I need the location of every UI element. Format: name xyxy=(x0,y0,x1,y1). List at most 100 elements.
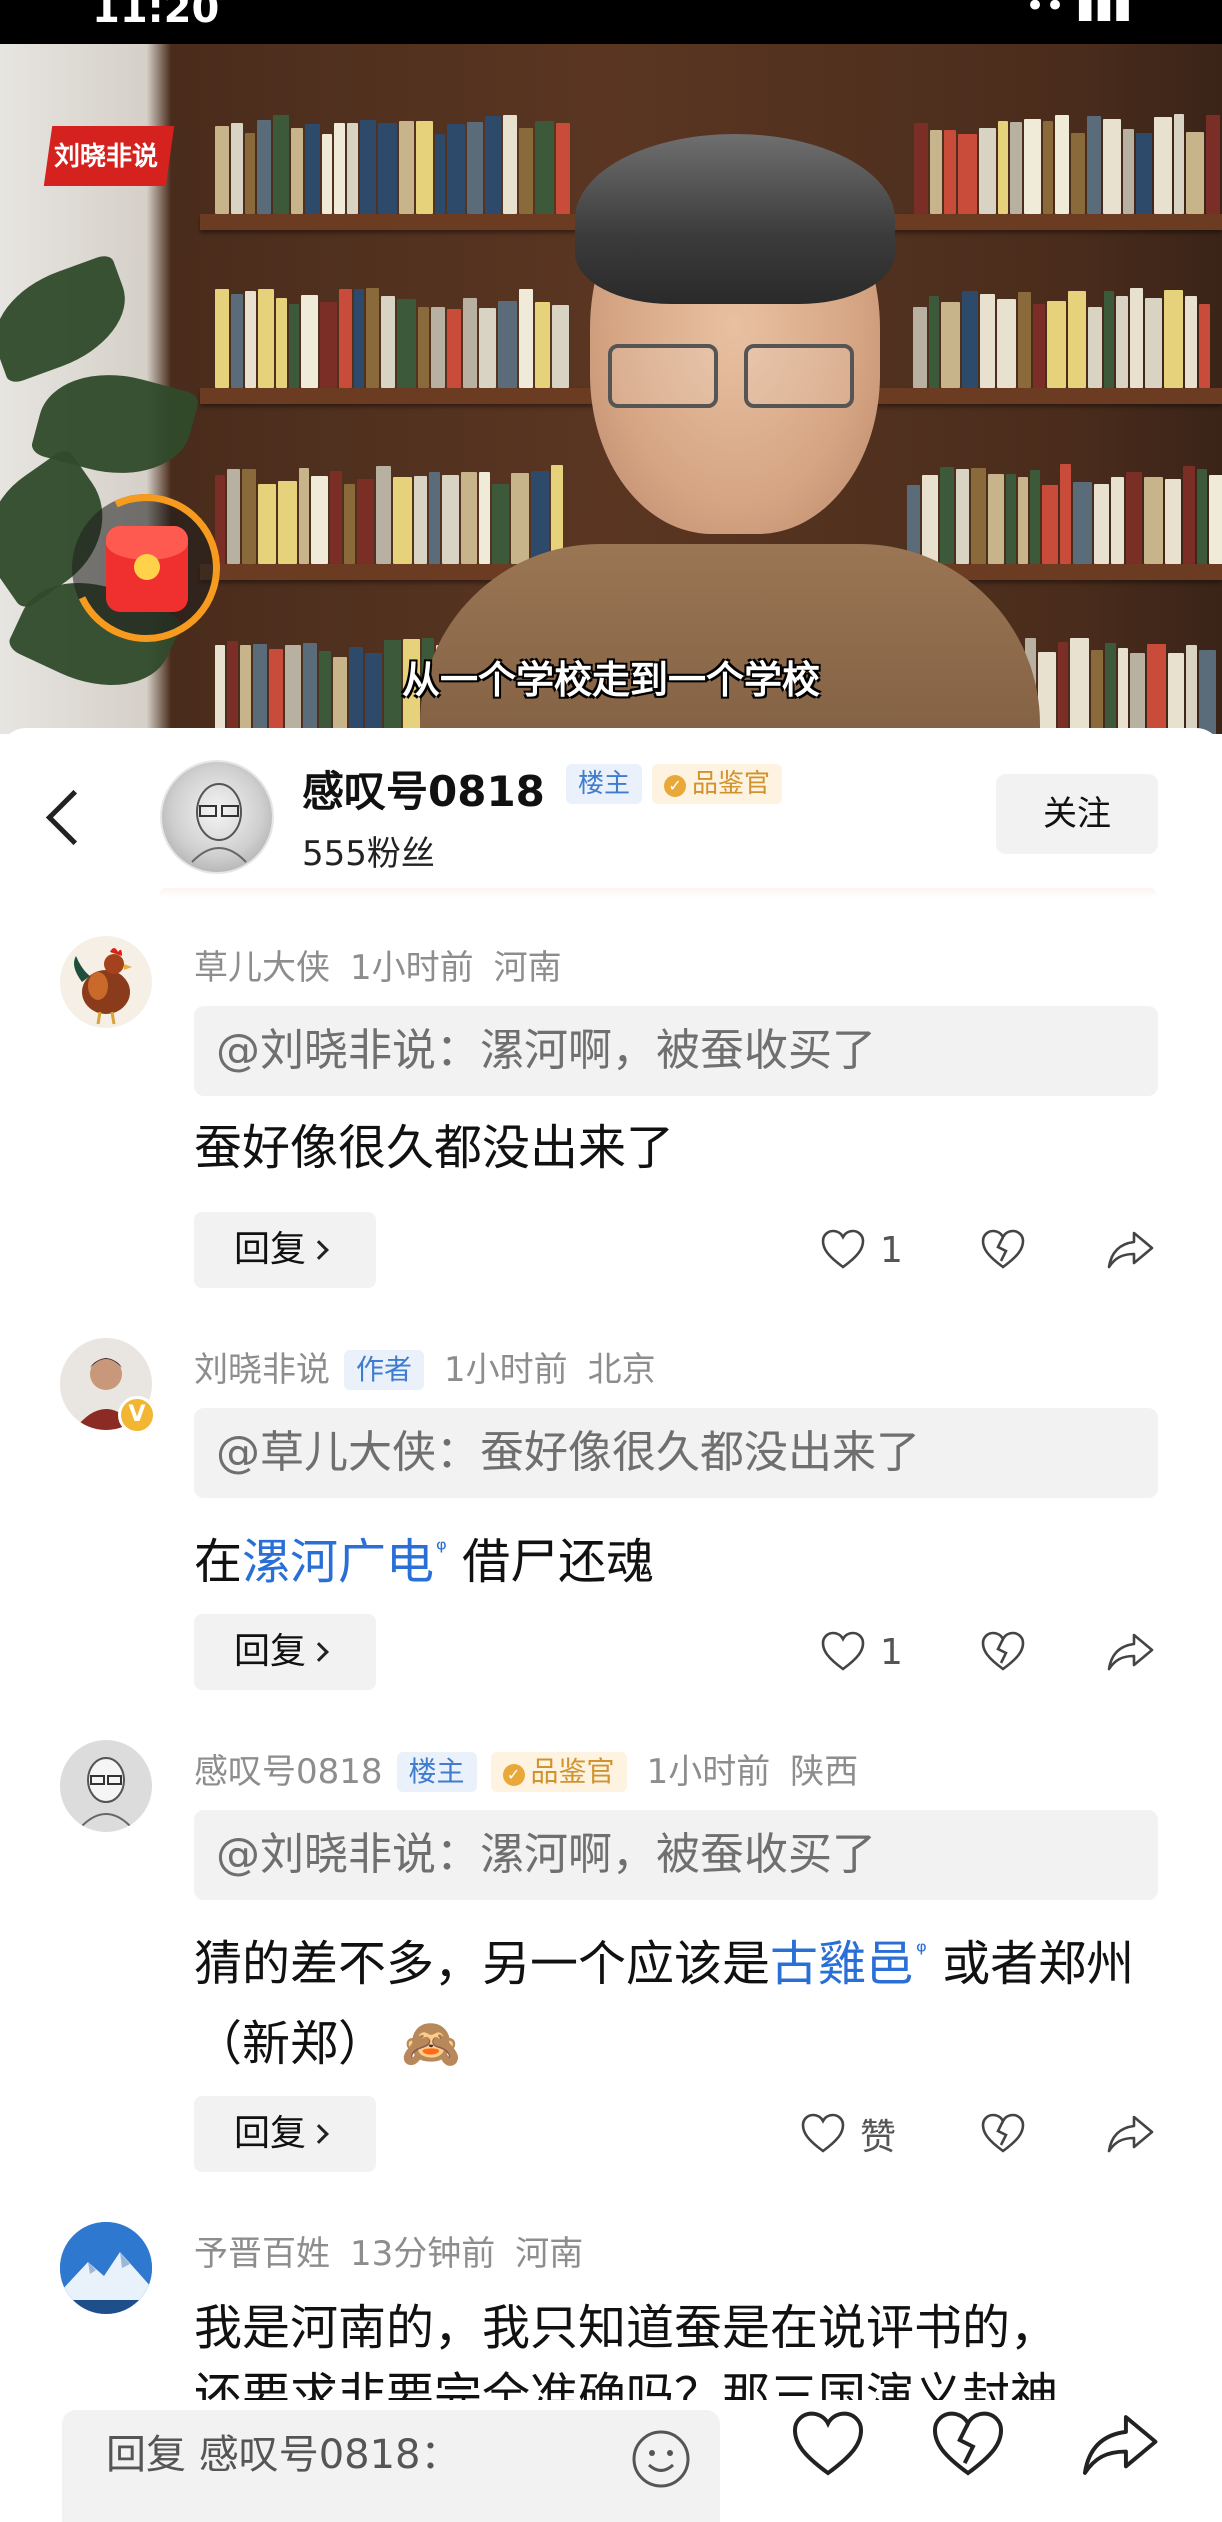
book-spine xyxy=(1111,477,1124,564)
comment-user[interactable]: 予晋百姓 xyxy=(194,2234,330,2274)
book-spine xyxy=(1030,470,1040,564)
author-name[interactable]: 感叹号0818 xyxy=(302,758,545,819)
search-link[interactable]: 漯河广电ᵠ xyxy=(242,1534,447,1590)
book-spine xyxy=(914,123,928,214)
reply-input[interactable]: 回复 感叹号0818： xyxy=(62,2410,720,2522)
like-count: 1 xyxy=(880,1631,903,1673)
body-text: 猜的差不多，另一个应该是 xyxy=(194,1936,771,1992)
comment-body: 在漯河广电ᵠ 借尸还魂 xyxy=(194,1510,1164,1602)
book-spine xyxy=(1144,477,1163,564)
book-spine xyxy=(278,481,297,564)
book-spine xyxy=(492,484,509,564)
comment-time: 1小时前 xyxy=(350,948,474,988)
reply-button[interactable]: 回复 xyxy=(194,1614,376,1690)
book-spine xyxy=(330,471,342,564)
share-button[interactable] xyxy=(1106,1614,1156,1690)
search-link-text: 漯河广电 xyxy=(242,1534,435,1590)
book-spine xyxy=(429,472,440,564)
judge-badge: ✓ 品鉴官 xyxy=(652,764,783,804)
book-spine xyxy=(354,289,364,388)
book-spine xyxy=(467,122,483,214)
red-packet-button[interactable] xyxy=(51,473,241,663)
book-spine xyxy=(1154,117,1172,214)
book-spine xyxy=(1010,122,1022,214)
book-spine xyxy=(1209,475,1222,564)
body-text: 在 xyxy=(194,1534,243,1590)
book-spine xyxy=(257,120,271,214)
video-player[interactable]: 刘晓非说 从一个学校走到一个学校 xyxy=(0,44,1222,734)
like-button[interactable]: 1 xyxy=(820,1614,903,1690)
dislike-button[interactable] xyxy=(980,1614,1026,1690)
avatar[interactable] xyxy=(60,936,152,1028)
avatar[interactable] xyxy=(60,2222,152,2314)
book-spine xyxy=(305,124,320,214)
heart-icon[interactable] xyxy=(790,2410,866,2484)
dislike-button[interactable] xyxy=(980,1212,1026,1288)
judge-badge-label: 品鉴官 xyxy=(530,1755,615,1788)
book-spine xyxy=(322,134,332,214)
dislike-button[interactable] xyxy=(980,2096,1026,2172)
book-spine xyxy=(1197,469,1207,564)
comment-user[interactable]: 感叹号0818 xyxy=(194,1752,383,1792)
quoted-comment[interactable]: @草儿大侠：蚕好像很久都没出来了 xyxy=(194,1408,1158,1498)
comment-user[interactable]: 刘晓非说 xyxy=(194,1350,330,1390)
book-spine xyxy=(929,296,939,388)
comment-user[interactable]: 草儿大侠 xyxy=(194,948,330,988)
book-spine xyxy=(227,469,240,564)
bottom-bar: 回复 感叹号0818： xyxy=(0,2400,1222,2522)
book-spine xyxy=(231,294,243,388)
comment-item: V 刘晓非说 作者 1小时前 北京 @草儿大侠：蚕好像很久都没出来了 在漯河广电ᵠ 借… xyxy=(0,1338,1222,1690)
avatar[interactable] xyxy=(60,1740,152,1832)
book-spine xyxy=(962,291,978,388)
book-spine xyxy=(276,298,287,388)
book-spine xyxy=(997,299,1016,388)
book-spine xyxy=(1068,291,1086,388)
book-spine xyxy=(1145,298,1162,388)
reply-button[interactable]: 回复 xyxy=(194,2096,376,2172)
comment-location: 河南 xyxy=(515,2234,584,2274)
book-spine xyxy=(956,469,969,564)
comment-time: 13分钟前 xyxy=(350,2234,496,2274)
smiley-icon[interactable] xyxy=(630,2428,692,2494)
sketch-portrait-icon xyxy=(60,1740,152,1832)
reply-button[interactable]: 回复 xyxy=(194,1212,376,1288)
share-icon[interactable] xyxy=(1080,2410,1162,2484)
share-button[interactable] xyxy=(1106,2096,1156,2172)
follow-button[interactable]: 关注 xyxy=(996,774,1158,854)
like-button[interactable]: 1 xyxy=(820,1212,903,1288)
book-spine xyxy=(998,121,1008,214)
chevron-left-icon[interactable] xyxy=(40,780,90,860)
quoted-comment[interactable]: @刘晓非说：漯河啊，被蚕收买了 xyxy=(194,1006,1158,1096)
search-link[interactable]: 古雞邑ᵠ xyxy=(770,1936,927,1992)
comment-item: 感叹号0818 楼主 ✓ 品鉴官 1小时前 陕西 @刘晓非说：漯河啊，被蚕收买了 猜的差不… xyxy=(0,1740,1222,2172)
book-spine xyxy=(1186,132,1204,214)
book-spine xyxy=(1185,296,1197,388)
app-root: 11:20 •• ▮▮▮ 刘晓非说 从一个学校走到一个学校 感叹号0818 楼主… xyxy=(0,0,1222,2522)
like-button[interactable]: 赞 xyxy=(800,2096,896,2172)
book-spine xyxy=(485,116,501,214)
book-spine xyxy=(1047,301,1066,388)
book-spine xyxy=(431,307,445,388)
broken-heart-icon[interactable] xyxy=(930,2410,1006,2484)
book-spine xyxy=(418,307,429,388)
book-spine xyxy=(463,298,477,388)
quoted-comment[interactable]: @刘晓非说：漯河啊，被蚕收买了 xyxy=(194,1810,1158,1900)
book-spine xyxy=(1165,479,1181,564)
avatar[interactable] xyxy=(160,760,274,874)
book-spine xyxy=(245,133,255,214)
avatar[interactable]: V xyxy=(60,1338,156,1434)
book-spine xyxy=(357,479,374,564)
book-spine xyxy=(1116,296,1128,388)
book-spine xyxy=(913,307,927,388)
status-indicators: •• ▮▮▮ xyxy=(1024,0,1132,26)
header-divider xyxy=(160,888,1156,898)
book-spine xyxy=(1136,133,1152,214)
share-button[interactable] xyxy=(1106,1212,1156,1288)
search-link-text: 古雞邑 xyxy=(770,1936,915,1992)
book-spine xyxy=(535,121,554,214)
book-spine xyxy=(1018,292,1031,388)
book-spine xyxy=(1042,485,1058,564)
book-spine xyxy=(979,128,996,214)
book-spine xyxy=(1006,474,1016,564)
share-icon xyxy=(1107,2115,1154,2153)
